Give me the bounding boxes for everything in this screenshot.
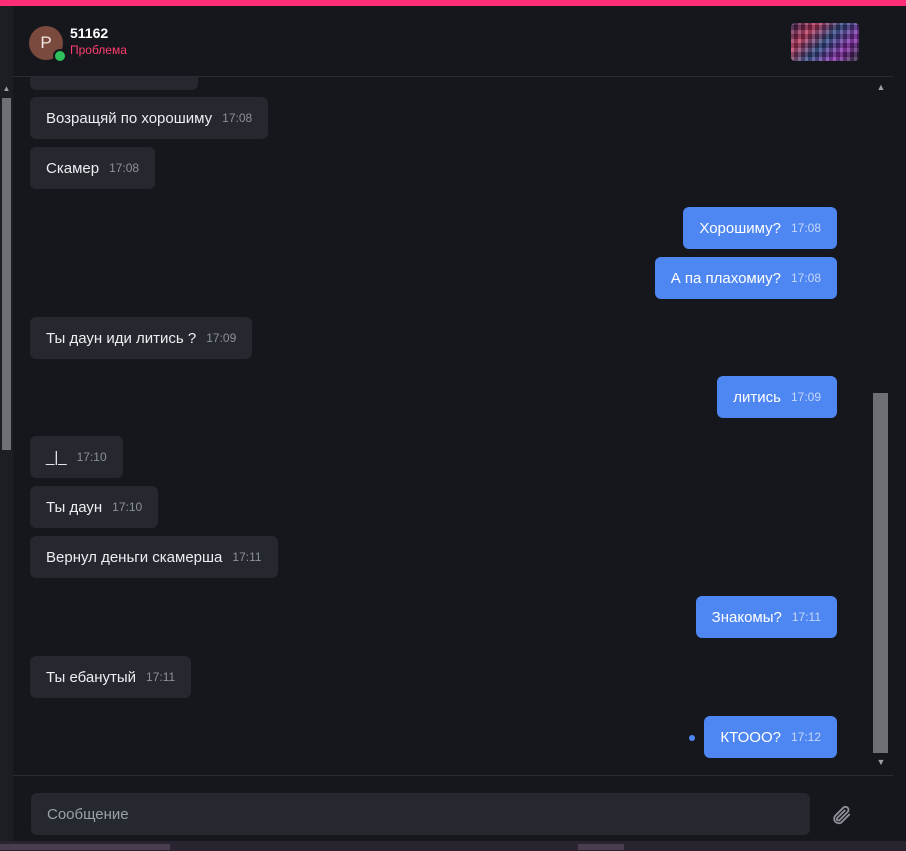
message-outgoing: КТООО? 17:12 xyxy=(704,716,837,758)
message-time: 17:09 xyxy=(206,331,237,345)
message-incoming: Скамер 17:08 xyxy=(30,147,156,189)
message-time: 17:09 xyxy=(790,390,821,404)
message-text: А па плахомиу? xyxy=(670,269,781,287)
message-text: Ты даун иди литись ? xyxy=(46,329,197,347)
message-outgoing: Знакомы? 17:11 xyxy=(695,596,837,638)
message-time: 17:11 xyxy=(791,610,821,624)
message-time: 17:08 xyxy=(790,271,821,285)
chat-header: P 51162 Проблема xyxy=(13,6,893,77)
message-incoming: Ты даун иди литись ? 17:09 xyxy=(30,317,253,359)
message-text: Ты даун xyxy=(46,498,103,516)
message-incoming: Вернул деньги скамерша 17:11 xyxy=(30,536,278,578)
message-input[interactable]: Сообщение xyxy=(31,793,810,835)
message-text: Скамер xyxy=(46,159,100,177)
message-incoming: Возращяй по хорошиму 17:08 xyxy=(30,97,269,139)
message-time: 17:08 xyxy=(222,111,253,125)
message-scrollbar-thumb[interactable] xyxy=(873,393,888,753)
chat-status: Проблема xyxy=(70,43,127,57)
taskbar-item[interactable] xyxy=(0,844,170,850)
message-input-placeholder: Сообщение xyxy=(47,805,129,823)
message-time: 17:11 xyxy=(232,550,262,564)
arrow-up-icon[interactable]: ▲ xyxy=(872,82,890,94)
message-outgoing: А па плахомиу? 17:08 xyxy=(654,257,837,299)
left-scrollbar-thumb[interactable] xyxy=(2,98,11,450)
message-text: _|_ xyxy=(46,448,67,466)
message-text: Знакомы? xyxy=(711,608,782,626)
message-text: литись xyxy=(733,388,781,406)
message-time: 17:10 xyxy=(112,500,143,514)
sending-indicator-icon xyxy=(689,735,695,741)
message-outgoing: Хорошиму? 17:08 xyxy=(683,207,837,249)
message-text: Вернул деньги скамерша xyxy=(46,548,223,566)
message-time: 17:11 xyxy=(146,670,176,684)
message-text: Возращяй по хорошиму xyxy=(46,109,213,127)
message-incoming: Ты даун 17:10 xyxy=(30,486,159,528)
online-status-icon xyxy=(53,49,67,63)
message-incoming xyxy=(30,77,198,90)
message-text: Хорошиму? xyxy=(699,219,781,237)
arrow-down-icon[interactable]: ▼ xyxy=(872,757,890,769)
message-time: 17:10 xyxy=(76,450,107,464)
paperclip-icon[interactable] xyxy=(830,804,852,826)
message-incoming: _|_ 17:10 xyxy=(30,436,123,478)
left-scroll-up-icon[interactable]: ▲ xyxy=(0,84,13,94)
composer-divider xyxy=(13,775,893,776)
attached-image-thumbnail[interactable] xyxy=(791,23,859,61)
taskbar xyxy=(0,841,906,851)
chat-username[interactable]: 51162 xyxy=(70,25,108,41)
message-list[interactable]: Возращяй по хорошиму 17:08 Скамер 17:08 … xyxy=(13,77,871,773)
message-time: 17:12 xyxy=(790,730,821,744)
message-text: КТООО? xyxy=(720,728,781,746)
message-incoming: Ты ебанутый 17:11 xyxy=(30,656,192,698)
message-time: 17:08 xyxy=(109,161,140,175)
message-time: 17:08 xyxy=(790,221,821,235)
message-text: Ты ебанутый xyxy=(46,668,137,686)
taskbar-item[interactable] xyxy=(578,844,624,850)
message-outgoing: литись 17:09 xyxy=(717,376,837,418)
